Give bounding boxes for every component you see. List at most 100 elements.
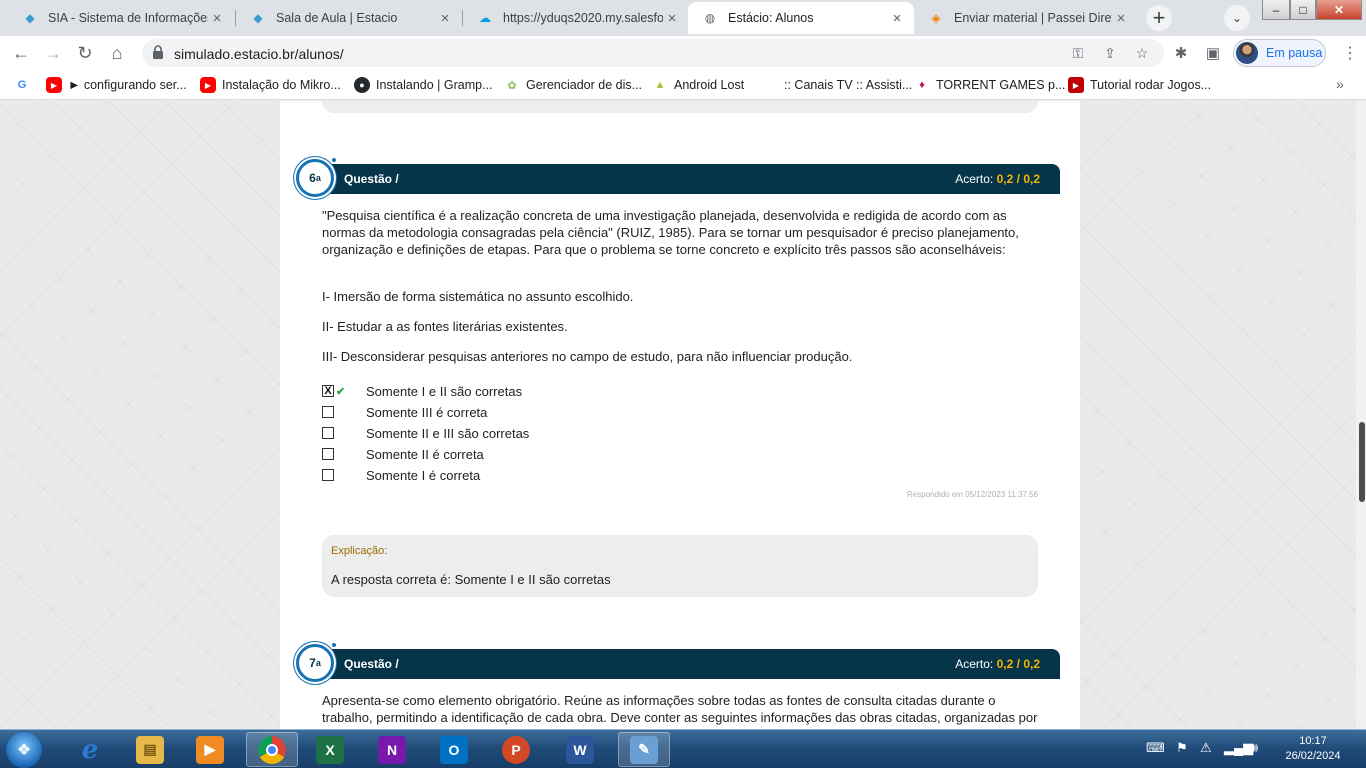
- answer-option[interactable]: Somente II e III são corretas: [322, 424, 529, 442]
- new-tab-button[interactable]: +: [1146, 5, 1172, 31]
- close-icon[interactable]: ×: [208, 9, 226, 27]
- extensions-icon[interactable]: ✱: [1168, 40, 1194, 66]
- question-score: Acerto: 0,2 / 0,2: [955, 657, 1040, 671]
- flag-icon[interactable]: ⚑: [1176, 740, 1188, 756]
- exam-card: Questão / Acerto: 0,2 / 0,2 6a "Pesquisa…: [280, 101, 1080, 729]
- excel-icon: X: [316, 735, 344, 764]
- bookmark-item[interactable]: ♦ TORRENT GAMES p...: [914, 76, 1065, 94]
- checkbox[interactable]: [322, 427, 334, 439]
- keyboard-icon[interactable]: ⌨: [1146, 740, 1165, 756]
- score-value: 0,2: [996, 657, 1014, 671]
- minimize-button[interactable]: –: [1262, 0, 1290, 20]
- bookmark-item[interactable]: ● Instalando | Gramp...: [354, 76, 493, 94]
- menu-kebab-icon[interactable]: ⋮: [1340, 40, 1360, 66]
- taskbar-app[interactable]: X: [304, 732, 356, 767]
- forward-arrow-icon[interactable]: →: [40, 40, 66, 66]
- explanation-box: Explicação: A resposta correta é: Soment…: [322, 535, 1038, 597]
- bookmark-google[interactable]: G: [14, 76, 36, 94]
- tab-sia[interactable]: ◆ SIA - Sistema de Informações A ×: [8, 2, 234, 34]
- score-value: 0,2: [996, 172, 1014, 186]
- taskbar-app[interactable]: W: [554, 732, 606, 767]
- bookmark-label: Tutorial rodar Jogos...: [1090, 78, 1212, 92]
- bookmarks-bar: G ▶ ► configurando ser... ▶ Instalação d…: [0, 70, 1366, 100]
- question-score: Acerto: 0,2 / 0,2: [955, 172, 1040, 186]
- taskbar-app[interactable]: ✎: [618, 732, 670, 767]
- bookmarks-overflow-icon[interactable]: »: [1336, 76, 1344, 92]
- key-icon[interactable]: ⚿: [1068, 43, 1088, 63]
- network-icon[interactable]: ⚠: [1200, 740, 1212, 756]
- system-clock[interactable]: 10:17 26/02/2024: [1276, 734, 1350, 764]
- checkbox[interactable]: [322, 469, 334, 481]
- close-icon[interactable]: ×: [888, 9, 906, 27]
- profile-button[interactable]: Em pausa: [1233, 39, 1326, 67]
- answer-option[interactable]: X ✔ Somente I e II são corretas: [322, 382, 522, 400]
- taskbar-app[interactable]: ▤: [124, 732, 176, 767]
- android-icon: ▲: [654, 79, 666, 91]
- bookmark-label: ► configurando ser...: [68, 78, 187, 92]
- reload-icon[interactable]: ↻: [72, 40, 98, 66]
- taskbar-app[interactable]: e: [64, 732, 116, 767]
- answered-timestamp: Respondido em 05/12/2023 11:37:56: [906, 490, 1038, 499]
- question-label: Questão /: [344, 172, 399, 186]
- bookmark-item[interactable]: ✿ Gerenciador de dis...: [504, 76, 642, 94]
- tab-estacio-alunos[interactable]: ◍ Estácio: Alunos ×: [688, 2, 914, 34]
- score-total: 0,2: [1023, 172, 1040, 186]
- browser-toolbar: ← → ↻ ⌂ simulado.estacio.br/alunos/ ⚿ ⇪ …: [0, 36, 1366, 70]
- taskbar-app[interactable]: P: [490, 732, 542, 767]
- bookmark-label: Instalação do Mikro...: [222, 78, 341, 92]
- option-label: Somente II é correta: [366, 446, 484, 462]
- bookmark-star-icon[interactable]: ☆: [1132, 43, 1152, 63]
- start-button[interactable]: ❖: [6, 732, 42, 768]
- answer-option[interactable]: Somente III é correta: [322, 403, 487, 421]
- media-player-icon: ▶: [196, 735, 224, 764]
- answer-option[interactable]: Somente I é correta: [322, 466, 480, 484]
- tab-passei-direto[interactable]: ◈ Enviar material | Passei Direto ×: [914, 2, 1138, 34]
- side-panel-icon[interactable]: ▣: [1200, 40, 1226, 66]
- globe-icon: ◍: [704, 11, 716, 25]
- statement-item: I- Imersão de forma sistemática no assun…: [322, 289, 634, 304]
- tab-sala-de-aula[interactable]: ◆ Sala de Aula | Estacio ×: [236, 2, 462, 34]
- salesforce-icon: ☁: [479, 11, 491, 25]
- statement-item: II- Estudar a as fontes literárias exist…: [322, 319, 568, 334]
- bookmark-item[interactable]: ▶ Tutorial rodar Jogos...: [1068, 76, 1211, 94]
- taskbar-app[interactable]: N: [366, 732, 418, 767]
- window-close-button[interactable]: ✕: [1316, 0, 1362, 20]
- back-arrow-icon[interactable]: ←: [8, 40, 34, 66]
- tab-salesforce[interactable]: ☁ https://yduqs2020.my.salesforc ×: [463, 2, 689, 34]
- bookmark-item[interactable]: ▶ Instalação do Mikro...: [200, 76, 341, 94]
- answer-option[interactable]: Somente II é correta: [322, 445, 484, 463]
- taskbar-app[interactable]: ▶: [184, 732, 236, 767]
- playstation-icon: ♦: [919, 79, 925, 91]
- tab-title: SIA - Sistema de Informações A: [48, 11, 208, 25]
- address-bar[interactable]: simulado.estacio.br/alunos/ ⚿ ⇪ ☆: [142, 39, 1164, 67]
- close-icon[interactable]: ×: [663, 9, 681, 27]
- bookmark-item[interactable]: ▶ ► configurando ser...: [46, 76, 187, 94]
- share-icon[interactable]: ⇪: [1100, 43, 1120, 63]
- powerpoint-icon: P: [502, 735, 530, 764]
- taskbar-app[interactable]: O: [428, 732, 480, 767]
- option-label: Somente III é correta: [366, 404, 488, 420]
- bookmark-item[interactable]: ▲ Android Lost: [652, 76, 745, 94]
- bookmark-item[interactable]: :: Canais TV :: Assisti...: [762, 76, 912, 94]
- home-icon[interactable]: ⌂: [104, 40, 130, 66]
- close-icon[interactable]: ×: [436, 9, 454, 27]
- close-icon[interactable]: ×: [1112, 9, 1130, 27]
- checkbox[interactable]: [322, 406, 334, 418]
- word-icon: W: [566, 735, 594, 764]
- volume-icon[interactable]: 🔊︎: [1250, 740, 1258, 756]
- bookmark-label: Gerenciador de dis...: [526, 78, 643, 92]
- clock-time: 10:17: [1299, 735, 1327, 747]
- checkbox[interactable]: [322, 448, 334, 460]
- option-label: Somente II e III são corretas: [366, 425, 530, 441]
- previous-explanation-box: [322, 101, 1038, 113]
- option-label: Somente I é correta: [366, 467, 481, 483]
- checkbox-checked[interactable]: X: [322, 385, 334, 397]
- taskbar-app[interactable]: [246, 732, 298, 767]
- signal-icon[interactable]: ▂▄▆: [1224, 740, 1253, 756]
- tab-search-button[interactable]: ⌄: [1224, 5, 1250, 31]
- onenote-icon: N: [378, 735, 406, 764]
- internet-explorer-icon: e: [81, 734, 99, 765]
- scrollbar-thumb[interactable]: [1359, 422, 1365, 502]
- maximize-button[interactable]: □: [1290, 0, 1316, 20]
- page-scrollbar[interactable]: [1356, 101, 1366, 729]
